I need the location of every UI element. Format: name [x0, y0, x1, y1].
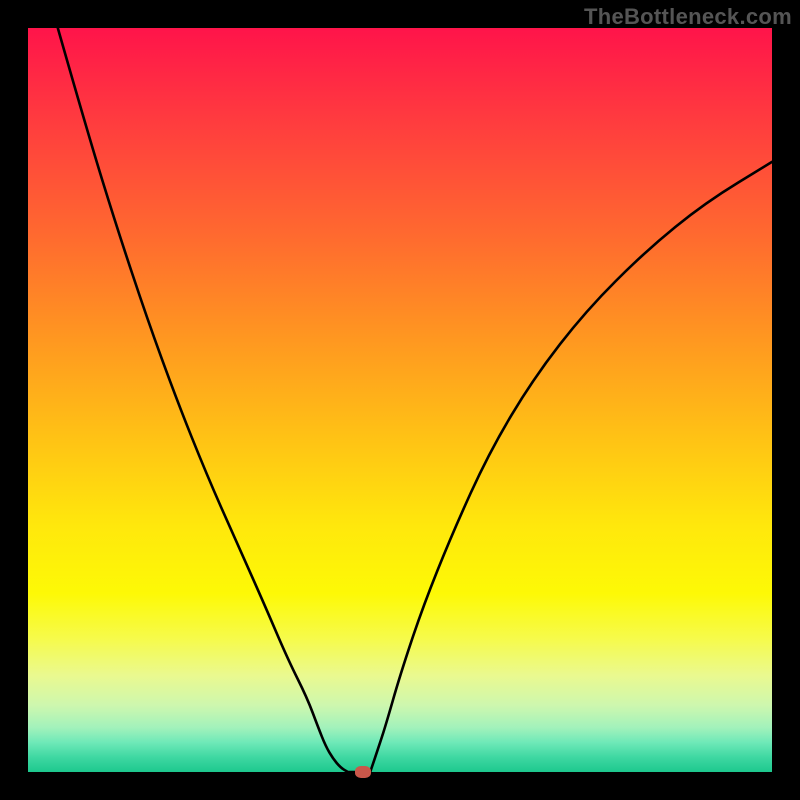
plot-area — [28, 28, 772, 772]
minimum-marker — [355, 766, 371, 778]
curve-svg — [28, 28, 772, 772]
bottleneck-curve — [58, 28, 772, 772]
chart-frame: TheBottleneck.com — [0, 0, 800, 800]
watermark-text: TheBottleneck.com — [584, 4, 792, 30]
